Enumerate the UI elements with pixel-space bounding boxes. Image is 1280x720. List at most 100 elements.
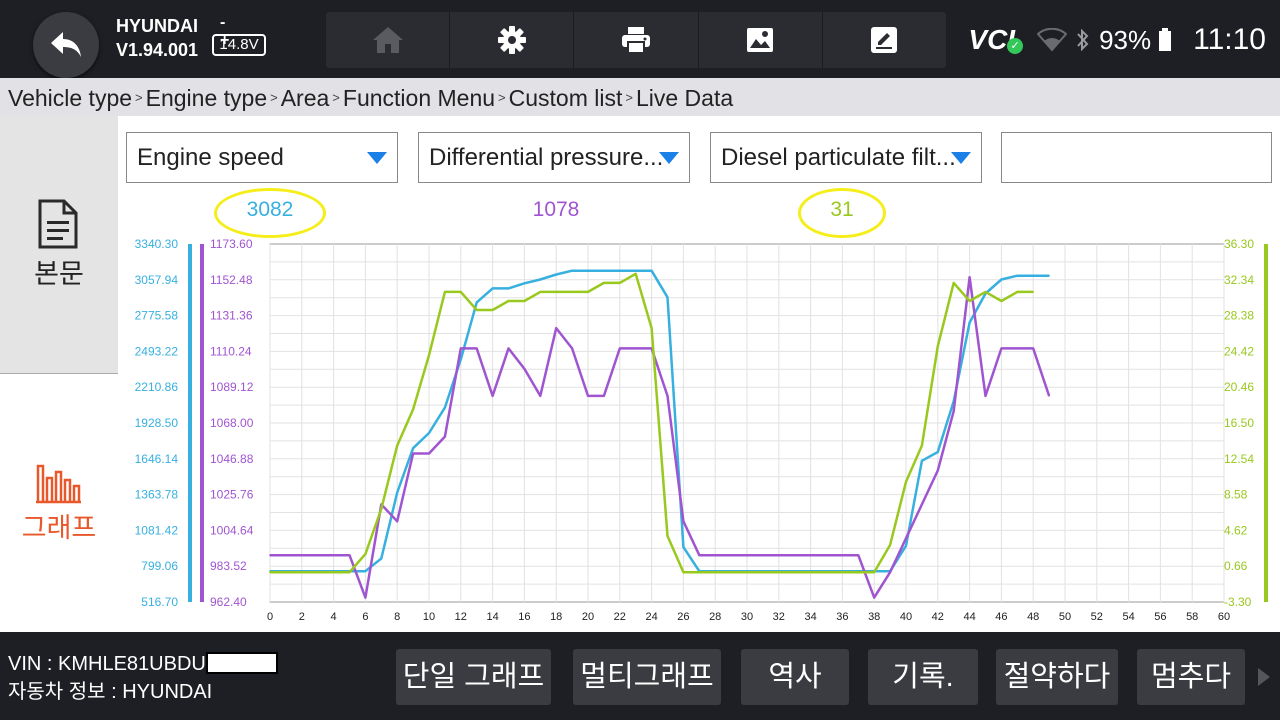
edit-icon xyxy=(871,27,898,53)
x-tick-label: 2 xyxy=(299,611,305,623)
wifi-icon xyxy=(1037,28,1068,52)
multi-graph-button[interactable]: 멀티그래프 xyxy=(573,649,721,705)
image-icon xyxy=(747,28,774,52)
series-2-point xyxy=(491,395,494,397)
back-button[interactable] xyxy=(33,12,99,78)
series-2-point xyxy=(555,327,557,329)
dropdown-caret-icon xyxy=(951,152,971,164)
status-area: VCI ✓ 93% 11:10 xyxy=(968,18,1266,62)
x-tick-label: 30 xyxy=(741,611,753,623)
series-2-point xyxy=(619,347,621,350)
series-1-point xyxy=(921,460,923,462)
home-icon xyxy=(372,27,403,53)
x-tick-label: 60 xyxy=(1218,611,1230,623)
selector-series-3[interactable]: Diesel particulate filt... xyxy=(710,132,982,183)
breadcrumb-item[interactable]: Live Data xyxy=(636,85,733,111)
edit-button[interactable] xyxy=(823,12,946,68)
breadcrumb-item[interactable]: Custom list xyxy=(509,85,623,111)
bluetooth-icon xyxy=(1077,28,1089,52)
series-3-point xyxy=(666,535,669,537)
selector-series-4[interactable] xyxy=(1001,132,1272,183)
selector-series-3-label: Diesel particulate filt... xyxy=(721,144,956,171)
battery-voltage: - + 14.8V xyxy=(212,14,266,58)
stop-button[interactable]: 멈추다 xyxy=(1137,649,1245,705)
y-axis-2-bar xyxy=(200,244,204,602)
x-tick-label: 58 xyxy=(1186,611,1198,623)
y-axis-1-tick-label: 1646.14 xyxy=(135,452,179,466)
series-2-point xyxy=(507,347,510,350)
series-1-point xyxy=(666,296,669,299)
series-2-point xyxy=(1000,347,1003,350)
breadcrumb-item[interactable]: Function Menu xyxy=(343,85,495,111)
y-axis-1-tick-label: 799.06 xyxy=(141,559,178,573)
single-graph-button[interactable]: 단일 그래프 xyxy=(396,649,551,705)
settings-button[interactable] xyxy=(450,12,575,68)
selector-series-1-label: Engine speed xyxy=(137,144,284,171)
back-arrow-icon xyxy=(51,32,81,57)
vin-label: VIN : KMHLE81UBDU xyxy=(8,653,206,675)
current-value-series-3: 31 xyxy=(830,198,854,221)
series-1-point xyxy=(619,269,621,272)
x-tick-label: 32 xyxy=(773,611,785,623)
screenshot-button[interactable] xyxy=(699,12,823,68)
series-3-point xyxy=(682,571,685,573)
y-axis-3-tick-label: 36.30 xyxy=(1224,237,1254,251)
series-1-point xyxy=(968,321,971,324)
series-2-point xyxy=(412,452,414,455)
series-1-point xyxy=(523,282,526,285)
x-tick-label: 54 xyxy=(1122,611,1134,623)
x-tick-label: 56 xyxy=(1154,611,1166,623)
print-button[interactable] xyxy=(574,12,699,68)
breadcrumb-separator: > xyxy=(625,90,633,105)
series-2-point xyxy=(873,596,875,599)
series-1-point xyxy=(539,278,542,281)
y-axis-2-tick-label: 1131.36 xyxy=(210,309,253,323)
x-tick-label: 40 xyxy=(900,611,912,623)
series-3-point xyxy=(428,354,430,356)
software-version: V1.94.001 xyxy=(116,40,199,60)
y-axis-2-tick-label: 1110.24 xyxy=(210,344,252,358)
series-3-point xyxy=(937,345,939,347)
side-tab-text[interactable]: 본문 xyxy=(0,116,118,374)
series-3-point xyxy=(587,291,589,293)
save-button[interactable]: 절약하다 xyxy=(996,649,1118,705)
history-button[interactable]: 역사 xyxy=(741,649,849,705)
y-axis-3-tick-label: 4.62 xyxy=(1224,523,1248,537)
y-axis-1-tick-label: 1363.78 xyxy=(135,488,179,502)
y-axis-1-tick-label: 3340.30 xyxy=(135,237,179,251)
series-1-point xyxy=(571,269,573,272)
series-2-point xyxy=(1032,347,1034,350)
home-button[interactable] xyxy=(326,12,451,68)
series-1-point xyxy=(937,451,939,453)
side-tab-graph[interactable]: 그래프 xyxy=(0,374,118,632)
series-3-point xyxy=(921,444,923,447)
breadcrumb-item[interactable]: Vehicle type xyxy=(8,85,132,111)
series-2-point xyxy=(603,395,605,397)
y-axis-2-tick-label: 1046.88 xyxy=(210,452,254,466)
y-axis-3-tick-label: 16.50 xyxy=(1224,416,1254,430)
x-tick-label: 0 xyxy=(267,611,273,623)
series-2-point xyxy=(984,395,987,397)
x-tick-label: 36 xyxy=(836,611,848,623)
breadcrumb-item[interactable]: Area xyxy=(281,85,330,111)
selector-series-2[interactable]: Differential pressure... xyxy=(418,132,690,183)
series-1-point xyxy=(460,358,462,361)
more-arrow-icon[interactable] xyxy=(1258,668,1270,686)
y-axis-2-tick-label: 962.40 xyxy=(210,595,247,609)
x-tick-label: 10 xyxy=(423,611,435,623)
x-tick-label: 8 xyxy=(394,611,400,623)
series-3-point xyxy=(380,508,383,510)
dropdown-caret-icon xyxy=(367,152,387,164)
selector-series-1[interactable]: Engine speed xyxy=(126,132,398,183)
top-bar: HYUNDAI V1.94.001 - + 14.8V VCI ✓ 93% 11… xyxy=(0,0,1280,78)
x-tick-label: 48 xyxy=(1027,611,1039,623)
series-3-point xyxy=(364,553,367,555)
record-button[interactable]: 기록. xyxy=(868,649,978,705)
series-1-point xyxy=(1016,274,1019,277)
breadcrumb-item[interactable]: Engine type xyxy=(146,85,267,111)
y-axis-2-tick-label: 1152.48 xyxy=(210,273,253,287)
breadcrumb-separator: > xyxy=(270,90,278,105)
current-value-series-1: 3082 xyxy=(246,198,294,221)
series-2-point xyxy=(364,596,367,599)
series-3-point xyxy=(539,291,542,293)
